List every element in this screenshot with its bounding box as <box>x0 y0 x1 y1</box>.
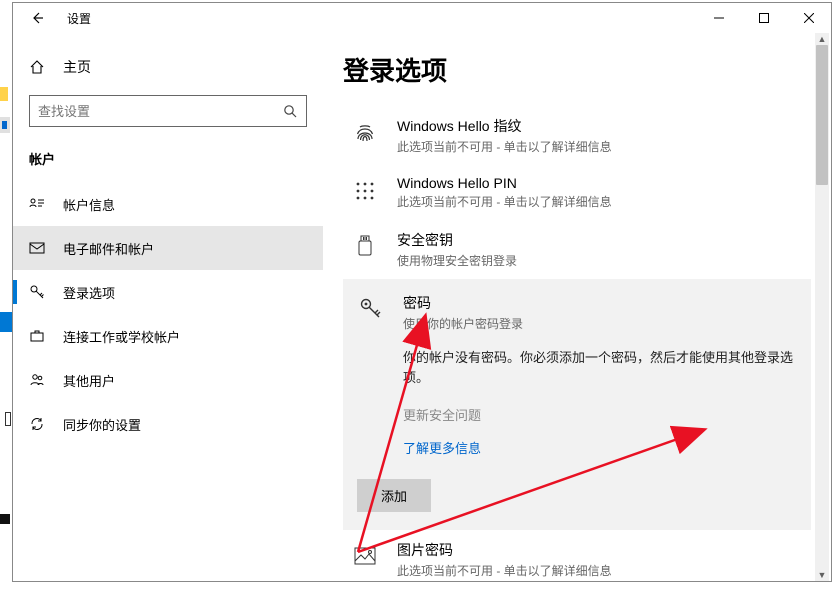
option-title: Windows Hello 指纹 <box>397 116 612 136</box>
option-title: 安全密钥 <box>397 230 517 250</box>
home-label: 主页 <box>63 57 91 77</box>
search-input[interactable] <box>38 104 282 119</box>
picture-icon <box>351 542 379 570</box>
mail-icon <box>29 240 45 256</box>
external-artifact <box>0 312 12 332</box>
option-pin[interactable]: Windows Hello PIN 此选项当前不可用 - 单击以了解详细信息 <box>343 165 811 220</box>
option-desc: 此选项当前不可用 - 单击以了解详细信息 <box>397 193 612 210</box>
option-title: 密码 <box>403 293 523 313</box>
option-fingerprint[interactable]: Windows Hello 指纹 此选项当前不可用 - 单击以了解详细信息 <box>343 106 811 165</box>
option-security-key[interactable]: 安全密钥 使用物理安全密钥登录 <box>343 220 811 279</box>
titlebar: 设置 <box>13 3 831 33</box>
option-title: Windows Hello PIN <box>397 175 612 191</box>
sidebar-item-label: 电子邮件和帐户 <box>63 239 154 258</box>
option-desc: 此选项当前不可用 - 单击以了解详细信息 <box>397 562 612 579</box>
sidebar-section-title: 帐户 <box>13 127 323 176</box>
search-box[interactable] <box>29 95 307 127</box>
close-button[interactable] <box>786 3 831 33</box>
sidebar-item-label: 其他用户 <box>63 371 115 390</box>
fingerprint-icon <box>351 118 379 146</box>
scroll-down[interactable]: ▼ <box>815 569 829 581</box>
option-password[interactable]: 密码 使用你的帐户密码登录 你的帐户没有密码。你必须添加一个密码，然后才能使用其… <box>343 279 811 530</box>
password-body-text: 你的帐户没有密码。你必须添加一个密码，然后才能使用其他登录选项。 <box>403 348 797 387</box>
window-title: 设置 <box>67 10 91 27</box>
pin-keypad-icon <box>351 177 379 205</box>
add-password-button[interactable]: 添加 <box>357 479 431 512</box>
home-button[interactable]: 主页 <box>13 49 323 85</box>
update-security-questions: 更新安全问题 <box>403 405 481 424</box>
sidebar-item-email-accounts[interactable]: 电子邮件和帐户 <box>13 226 323 270</box>
sidebar-item-work-school[interactable]: 连接工作或学校帐户 <box>13 314 323 358</box>
window-controls <box>696 3 831 33</box>
home-icon <box>29 59 45 75</box>
sidebar-item-signin-options[interactable]: 登录选项 <box>13 270 323 314</box>
external-artifact <box>0 87 8 101</box>
minimize-button[interactable] <box>696 3 741 33</box>
search-icon <box>282 104 298 118</box>
sidebar-item-label: 帐户信息 <box>63 195 115 214</box>
external-artifact <box>0 117 10 133</box>
scroll-up[interactable]: ▲ <box>815 33 829 45</box>
external-artifact <box>0 514 10 524</box>
key-icon <box>357 295 385 323</box>
page-title: 登录选项 <box>343 51 811 88</box>
option-desc: 使用你的帐户密码登录 <box>403 315 523 332</box>
sidebar: 主页 帐户 帐户信息 <box>13 33 323 581</box>
usb-key-icon <box>351 232 379 260</box>
sidebar-item-other-users[interactable]: 其他用户 <box>13 358 323 402</box>
sidebar-item-account-info[interactable]: 帐户信息 <box>13 182 323 226</box>
settings-window: 设置 主页 帐户 <box>12 2 832 582</box>
back-button[interactable] <box>21 3 53 33</box>
sidebar-item-sync[interactable]: 同步你的设置 <box>13 402 323 446</box>
scroll-thumb[interactable] <box>816 45 828 185</box>
sync-icon <box>29 416 45 432</box>
sidebar-item-label: 同步你的设置 <box>63 415 141 434</box>
learn-more-link[interactable]: 了解更多信息 <box>403 438 481 457</box>
sidebar-nav: 帐户信息 电子邮件和帐户 登录选项 <box>13 182 323 446</box>
sidebar-item-label: 登录选项 <box>63 283 115 302</box>
content-area: 登录选项 Windows Hello 指纹 此选项当前不可用 - 单击以了解详细… <box>323 33 831 581</box>
option-picture-password[interactable]: 图片密码 此选项当前不可用 - 单击以了解详细信息 <box>343 530 811 581</box>
option-desc: 此选项当前不可用 - 单击以了解详细信息 <box>397 138 612 155</box>
maximize-button[interactable] <box>741 3 786 33</box>
key-icon <box>29 284 45 300</box>
briefcase-icon <box>29 328 45 344</box>
option-title: 图片密码 <box>397 540 612 560</box>
option-desc: 使用物理安全密钥登录 <box>397 252 517 269</box>
people-icon <box>29 372 45 388</box>
content-scrollbar[interactable]: ▲ ▼ <box>815 33 829 581</box>
person-card-icon <box>29 196 45 212</box>
external-artifact <box>5 412 11 426</box>
signin-option-list: Windows Hello 指纹 此选项当前不可用 - 单击以了解详细信息 Wi… <box>343 106 811 581</box>
sidebar-item-label: 连接工作或学校帐户 <box>63 327 180 346</box>
